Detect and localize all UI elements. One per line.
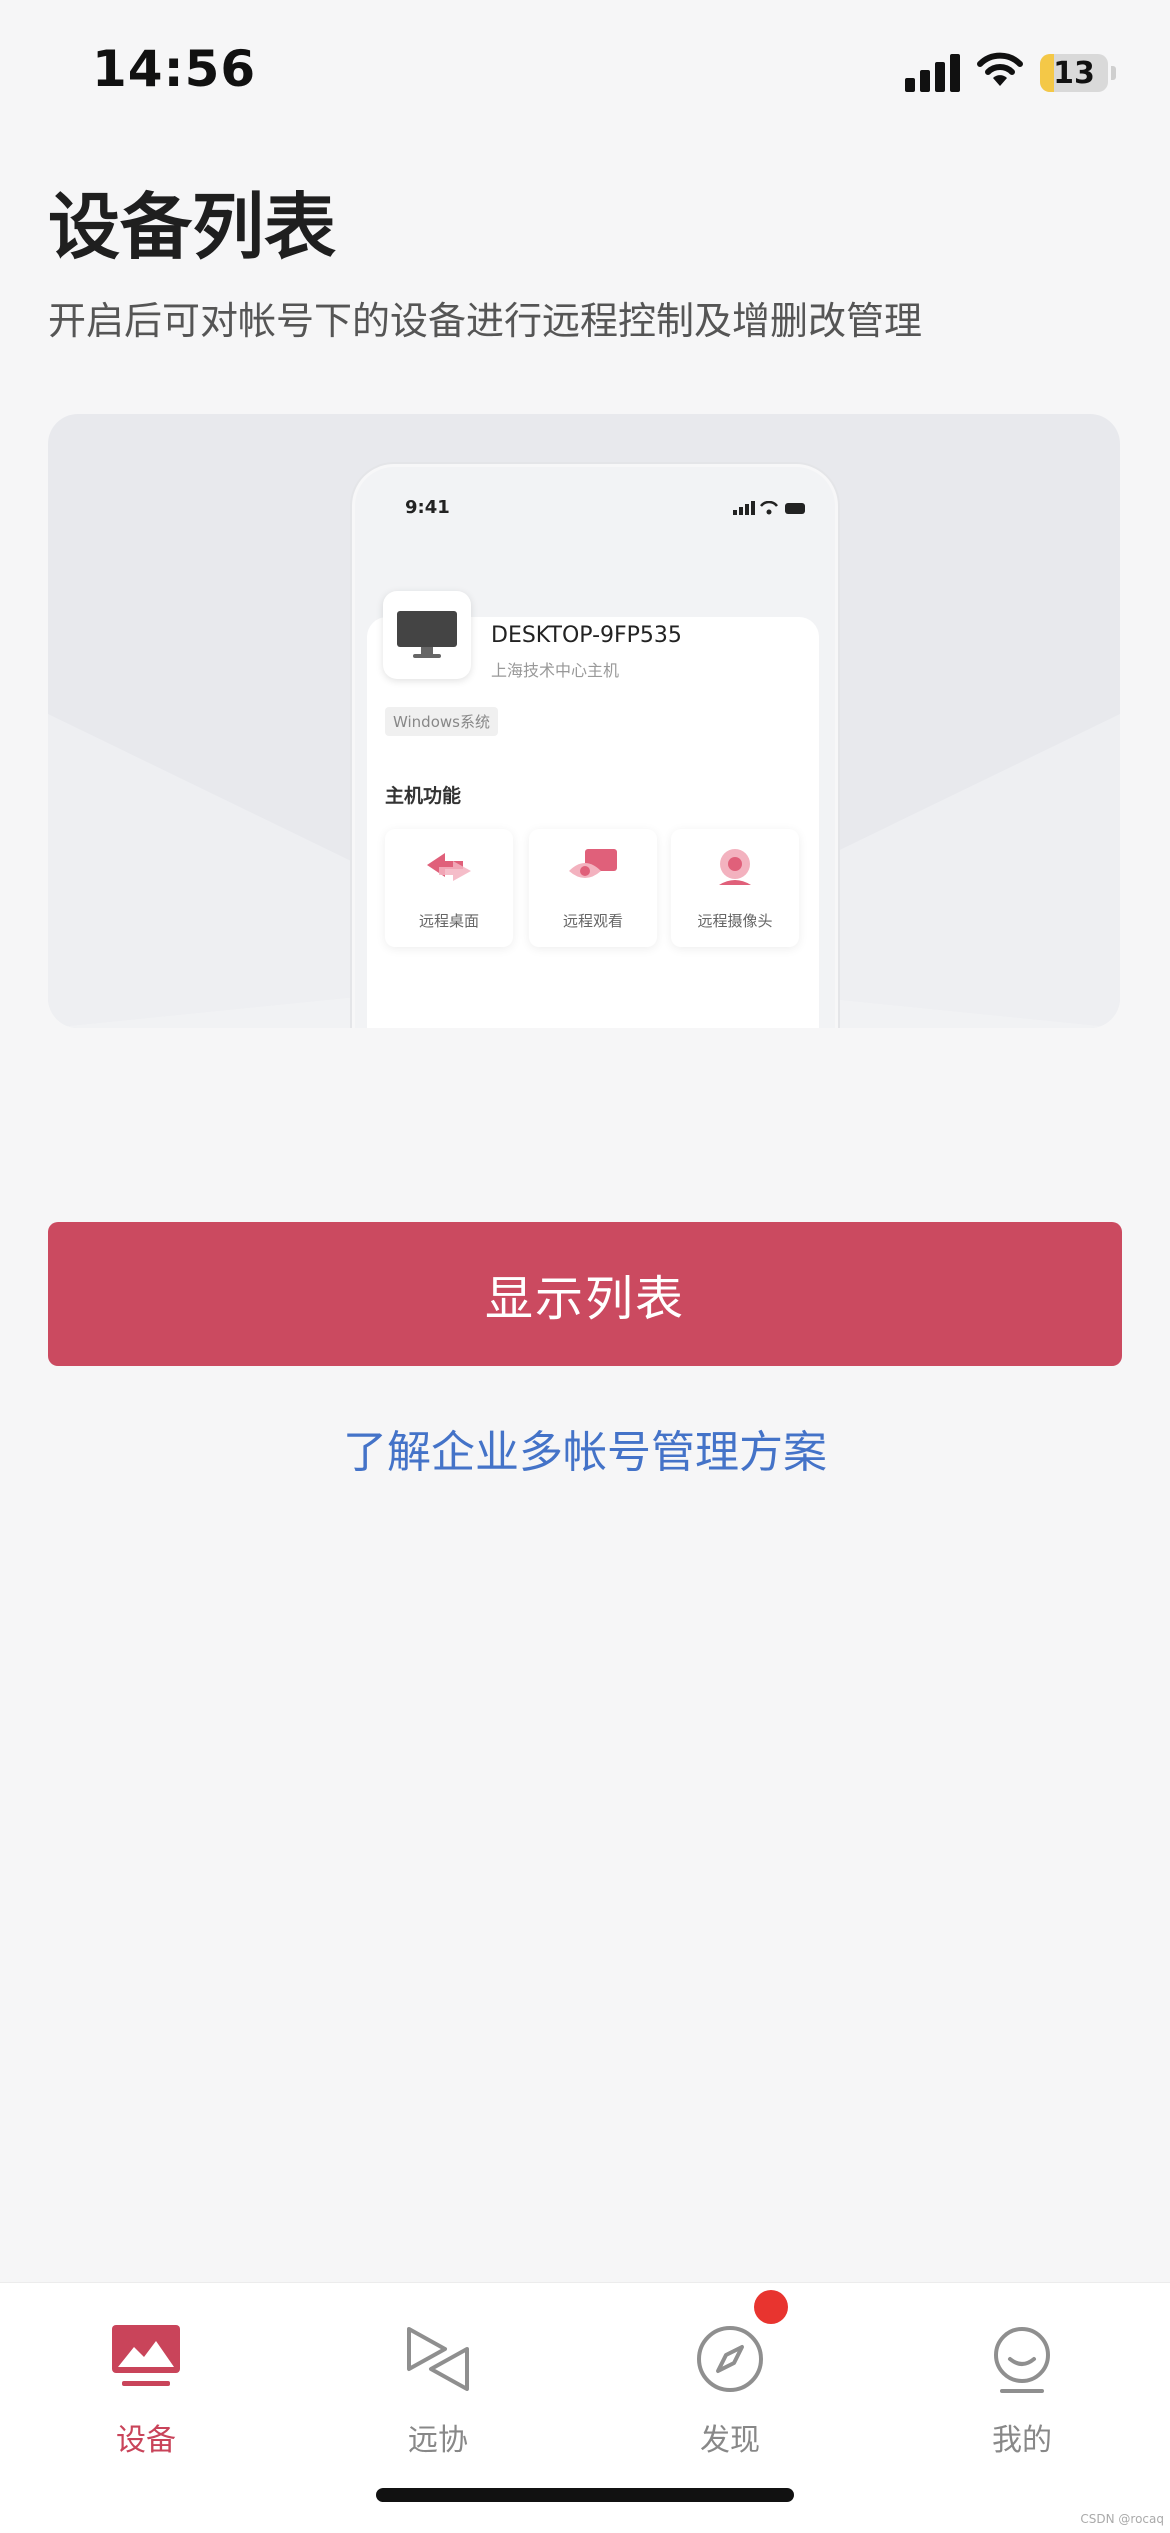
wifi-icon — [977, 52, 1023, 86]
page-title: 设备列表 — [48, 185, 337, 269]
tab-label: 设备 — [116, 2423, 176, 2458]
mock-function-card: 远程摄像头 — [671, 829, 799, 947]
tab-remote-assist[interactable]: 远协 — [348, 2303, 528, 2458]
mock-time: 9:41 — [405, 497, 450, 518]
illustration-card: 9:41 DESKTOP-9FP535 上海技术中心主机 Windows系统 主… — [48, 414, 1120, 1028]
show-list-button[interactable]: 显示列表 — [48, 1222, 1122, 1366]
tab-profile[interactable]: 我的 — [932, 2303, 1112, 2458]
mock-device-sheet: DESKTOP-9FP535 上海技术中心主机 Windows系统 主机功能 远… — [367, 591, 819, 1028]
tab-label: 我的 — [992, 2423, 1052, 2458]
remote-view-icon — [569, 849, 617, 878]
cellular-signal-icon — [905, 52, 961, 92]
profile-icon — [994, 2327, 1050, 2393]
page-description: 开启后可对帐号下的设备进行远程控制及增删改管理 — [48, 299, 923, 343]
mock-function-label: 远程观看 — [562, 912, 623, 930]
enterprise-plan-link[interactable]: 了解企业多帐号管理方案 — [0, 1416, 1170, 1480]
mock-phone: 9:41 DESKTOP-9FP535 上海技术中心主机 Windows系统 主… — [352, 464, 838, 1028]
computer-icon — [383, 591, 471, 679]
tab-label: 远协 — [408, 2423, 468, 2458]
compass-icon — [697, 2326, 763, 2392]
mock-function-label: 远程摄像头 — [697, 912, 773, 930]
home-indicator[interactable] — [376, 2488, 794, 2502]
tab-discover[interactable]: 发现 — [640, 2303, 820, 2458]
tab-label: 发现 — [700, 2423, 760, 2458]
remote-desktop-icon — [427, 853, 471, 881]
mock-function-card: 远程观看 — [529, 829, 657, 947]
mock-device-subtitle: 上海技术中心主机 — [491, 661, 620, 680]
notification-badge — [754, 2290, 788, 2324]
battery-level: 13 — [1053, 56, 1095, 91]
mock-status-icons — [733, 501, 805, 515]
remote-camera-icon — [719, 849, 751, 885]
tab-device[interactable]: 设备 — [56, 2303, 236, 2458]
device-icon — [112, 2325, 180, 2386]
mock-function-label: 远程桌面 — [418, 912, 479, 930]
watermark: CSDN @rocaq — [1080, 2512, 1164, 2526]
mock-os-tag: Windows系统 — [385, 707, 498, 736]
battery-icon: 13 — [1040, 54, 1108, 92]
status-bar: 14:56 13 — [0, 0, 1170, 140]
mock-section-title: 主机功能 — [385, 785, 462, 807]
remote-assist-icon — [407, 2327, 469, 2391]
mock-device-name: DESKTOP-9FP535 — [491, 623, 682, 648]
status-time: 14:56 — [92, 40, 257, 98]
battery-cap — [1111, 66, 1116, 80]
mock-function-card: 远程桌面 — [385, 829, 513, 947]
